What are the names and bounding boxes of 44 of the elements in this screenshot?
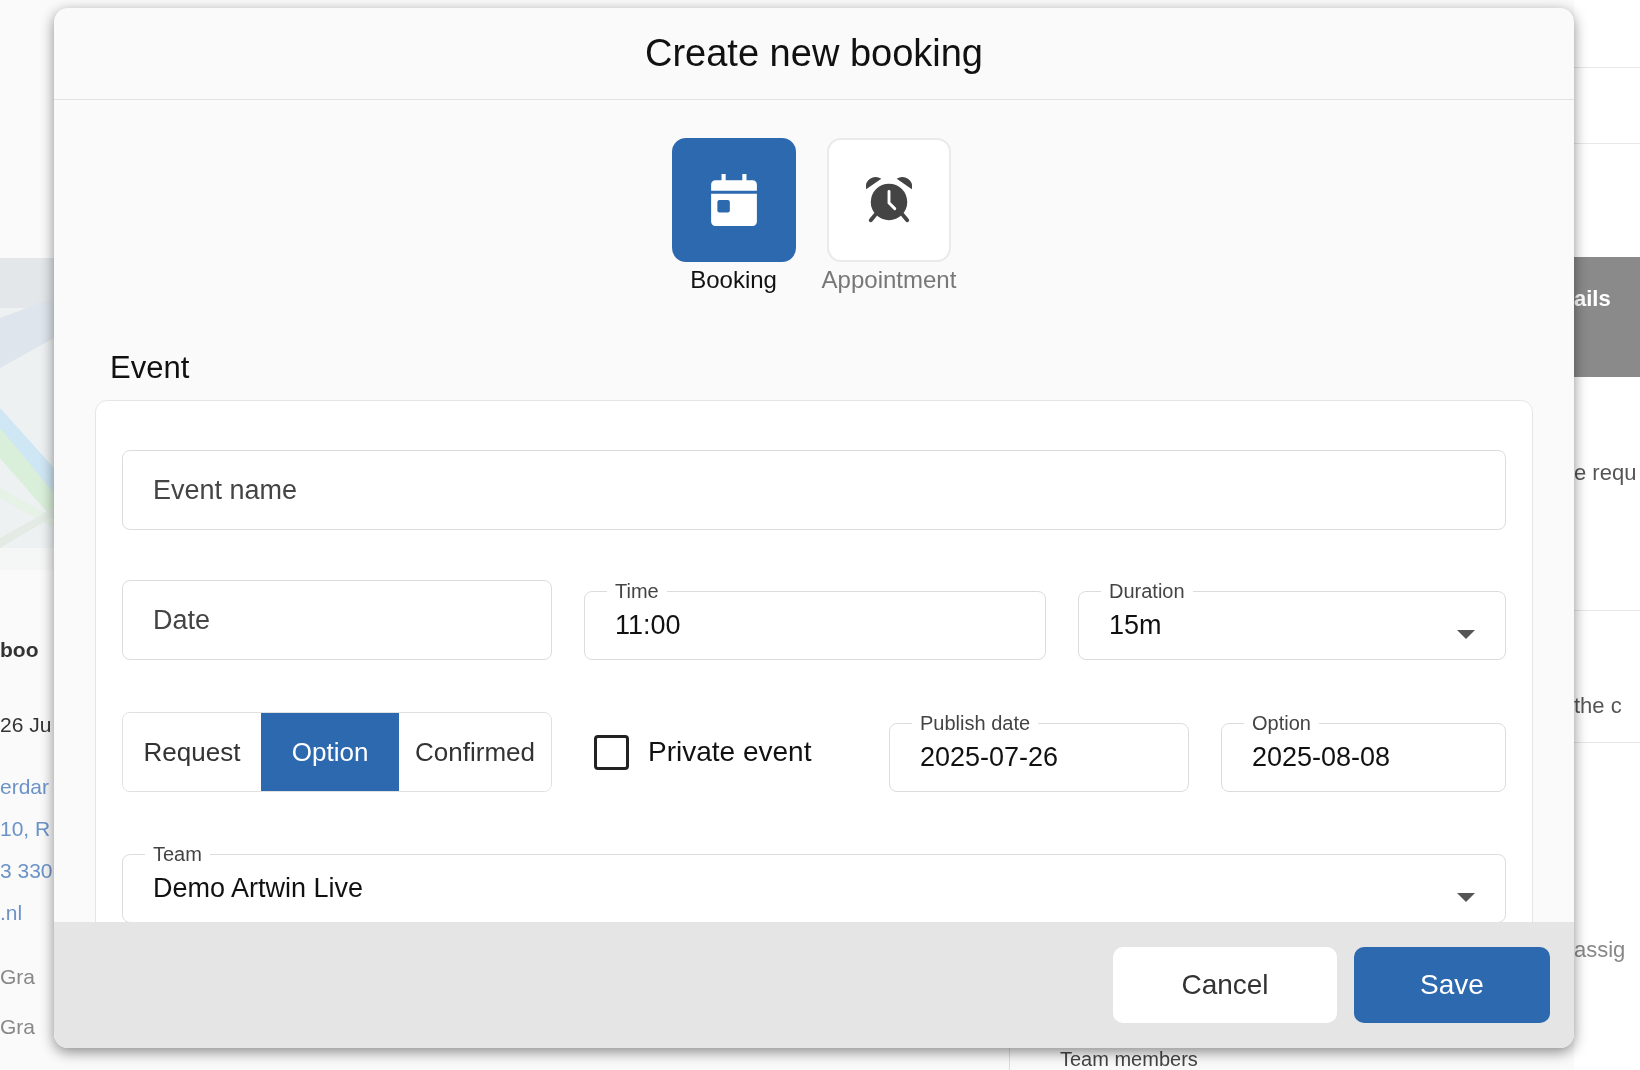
page-text: 26 Ju xyxy=(0,712,53,738)
dialog-title: Create new booking xyxy=(645,32,983,75)
field-label: Option xyxy=(1251,712,1312,734)
caret-icon xyxy=(1457,630,1475,639)
page-text: e requ xyxy=(1574,460,1637,486)
field-label: Team xyxy=(152,843,203,865)
checkbox[interactable] xyxy=(594,734,629,770)
duration-input[interactable]: 15m xyxy=(1109,607,1475,644)
page-text: Gra xyxy=(0,1014,36,1040)
calendar-icon xyxy=(709,174,758,226)
field-label: Time xyxy=(614,580,660,602)
type-button[interactable] xyxy=(671,138,796,262)
time-input[interactable]: 11:00 xyxy=(615,607,1015,644)
type-label: Appointment xyxy=(821,266,957,294)
option-date-field[interactable]: Option 2025-08-08 xyxy=(1221,712,1506,792)
page-text: .nl xyxy=(0,900,24,926)
page-text: boo xyxy=(0,637,40,663)
option-date-input[interactable]: 2025-08-08 xyxy=(1252,739,1475,776)
event-name-field[interactable]: Event name xyxy=(122,450,1506,530)
page-text: erdar xyxy=(0,774,51,800)
page-text: assig xyxy=(1574,937,1626,963)
date-field[interactable]: Date xyxy=(122,580,552,660)
publish-date-field[interactable]: Publish date 2025-07-26 xyxy=(889,712,1189,792)
type-label: Booking xyxy=(690,266,777,294)
publish-date-input[interactable]: 2025-07-26 xyxy=(920,739,1158,776)
details-header: ails xyxy=(1574,257,1640,377)
page-text: 10, R xyxy=(0,816,52,842)
checkbox-label: Private event xyxy=(648,736,812,768)
date-input[interactable]: Date xyxy=(153,602,521,638)
page-text: Gra xyxy=(0,964,36,990)
duration-dropdown[interactable]: Duration 15m xyxy=(1078,580,1506,660)
section-heading: Event xyxy=(110,350,191,386)
cancel-button[interactable]: Cancel xyxy=(1113,947,1337,1023)
section-heading: Team members xyxy=(1060,1048,1198,1070)
caret-icon xyxy=(1457,893,1475,902)
page-text: the c xyxy=(1574,693,1622,719)
event-name-input[interactable]: Event name xyxy=(153,472,1475,508)
field-label: Duration xyxy=(1108,580,1186,602)
time-field[interactable]: Time 11:00 xyxy=(584,580,1046,660)
save-button[interactable]: Save xyxy=(1354,947,1550,1023)
field-label: Publish date xyxy=(919,712,1032,734)
status-option[interactable]: Option xyxy=(261,713,400,791)
team-input[interactable]: Demo Artwin Live xyxy=(153,870,1475,907)
page-text: 3 330 xyxy=(0,858,54,884)
